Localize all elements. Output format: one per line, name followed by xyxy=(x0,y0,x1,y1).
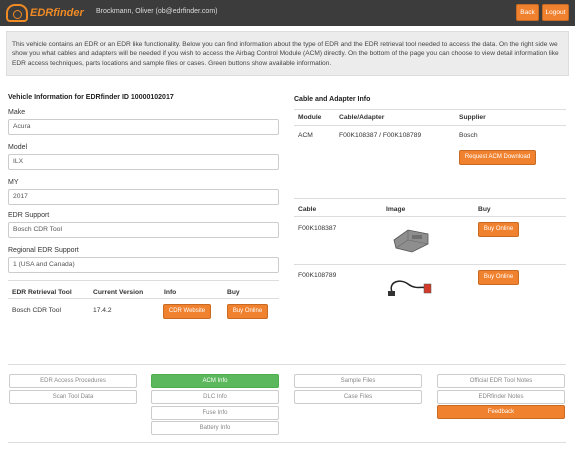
col-info: Info xyxy=(164,288,177,296)
sample-files-button[interactable]: Sample Files xyxy=(294,374,422,388)
divider xyxy=(294,125,566,126)
model-field[interactable]: ILX xyxy=(8,154,279,170)
cable-adapter-value: F00K108387 / F00K108789 xyxy=(339,132,422,139)
vehicle-info-heading: Vehicle Information for EDRfinder ID 100… xyxy=(8,94,174,101)
cable-id: F00K108387 xyxy=(298,225,337,232)
battery-info-button[interactable]: Battery Info xyxy=(151,421,279,435)
col-current-version: Current Version xyxy=(93,288,144,296)
module-value: ACM xyxy=(298,132,313,139)
divider xyxy=(294,109,566,110)
divider xyxy=(8,280,279,281)
col-module: Module xyxy=(298,114,322,121)
edrfinder-notes-button[interactable]: EDRfinder Notes xyxy=(437,390,565,404)
retrieval-tool-version: 17.4.2 xyxy=(93,307,112,314)
my-field[interactable]: 2017 xyxy=(8,189,279,205)
regional-support-field[interactable]: 1 (USA and Canada) xyxy=(8,257,279,273)
divider xyxy=(294,198,566,199)
retrieval-tool-name: Bosch CDR Tool xyxy=(12,307,61,314)
buy-tool-button[interactable]: Buy Online xyxy=(227,304,268,319)
col-image: Image xyxy=(386,206,406,213)
divider xyxy=(294,264,566,265)
divider xyxy=(8,364,566,365)
col-cable: Cable xyxy=(298,206,317,213)
divider xyxy=(294,216,566,217)
footer-divider xyxy=(8,442,566,443)
case-files-button[interactable]: Case Files xyxy=(294,390,422,404)
logout-button[interactable]: Logout xyxy=(542,4,569,21)
top-bar: EDRfinder Brockmann, Oliver (ob@edrfinde… xyxy=(0,0,575,26)
regional-support-label: Regional EDR Support xyxy=(8,247,79,254)
cable-id: F00K108789 xyxy=(298,272,337,279)
adapter-image xyxy=(393,229,429,253)
buy-cable-button[interactable]: Buy Online xyxy=(478,222,519,237)
edr-support-field[interactable]: Bosch CDR Tool xyxy=(8,222,279,238)
col-cable-adapter: Cable/Adapter xyxy=(339,114,385,121)
supplier-value: Bosch xyxy=(459,132,478,139)
feedback-button[interactable]: Feedback xyxy=(437,405,565,419)
buy-cable-button[interactable]: Buy Online xyxy=(478,270,519,285)
dlc-info-button[interactable]: DLC Info xyxy=(151,390,279,404)
edr-support-label: EDR Support xyxy=(8,212,50,219)
cable-adapter-heading: Cable and Adapter Info xyxy=(294,96,371,103)
acm-info-button[interactable]: ACM Info xyxy=(151,374,279,388)
make-label: Make xyxy=(8,109,26,116)
col-buy-cable: Buy xyxy=(478,206,491,213)
col-retrieval-tool: EDR Retrieval Tool xyxy=(12,288,72,296)
model-label: Model xyxy=(8,144,28,151)
request-acm-download-button[interactable]: Request ACM Download xyxy=(459,150,536,165)
retrieval-tool-table: EDR Retrieval Tool Current Version Info … xyxy=(8,286,279,298)
scan-tool-data-button[interactable]: Scan Tool Data xyxy=(9,390,137,404)
info-panel: This vehicle contains an EDR or an EDR l… xyxy=(6,31,569,76)
make-field[interactable]: Acura xyxy=(8,119,279,135)
fuse-info-button[interactable]: Fuse Info xyxy=(151,406,279,420)
divider xyxy=(8,298,279,299)
user-name: Brockmann, Oliver (ob@edrfinder.com) xyxy=(96,8,218,15)
cable-image xyxy=(388,280,432,296)
col-supplier: Supplier xyxy=(459,114,486,121)
my-label: MY xyxy=(8,179,19,186)
logo-icon xyxy=(6,4,28,22)
edr-access-procedures-button[interactable]: EDR Access Procedures xyxy=(9,374,137,388)
cdr-website-button[interactable]: CDR Website xyxy=(163,304,211,319)
back-button[interactable]: Back xyxy=(516,4,539,21)
info-text: This vehicle contains an EDR or an EDR l… xyxy=(12,41,559,67)
brand-name: EDRfinder xyxy=(30,7,84,19)
col-buy: Buy xyxy=(227,288,240,296)
official-edr-tool-notes-button[interactable]: Official EDR Tool Notes xyxy=(437,374,565,388)
edrfinder-logo[interactable]: EDRfinder xyxy=(6,3,84,23)
